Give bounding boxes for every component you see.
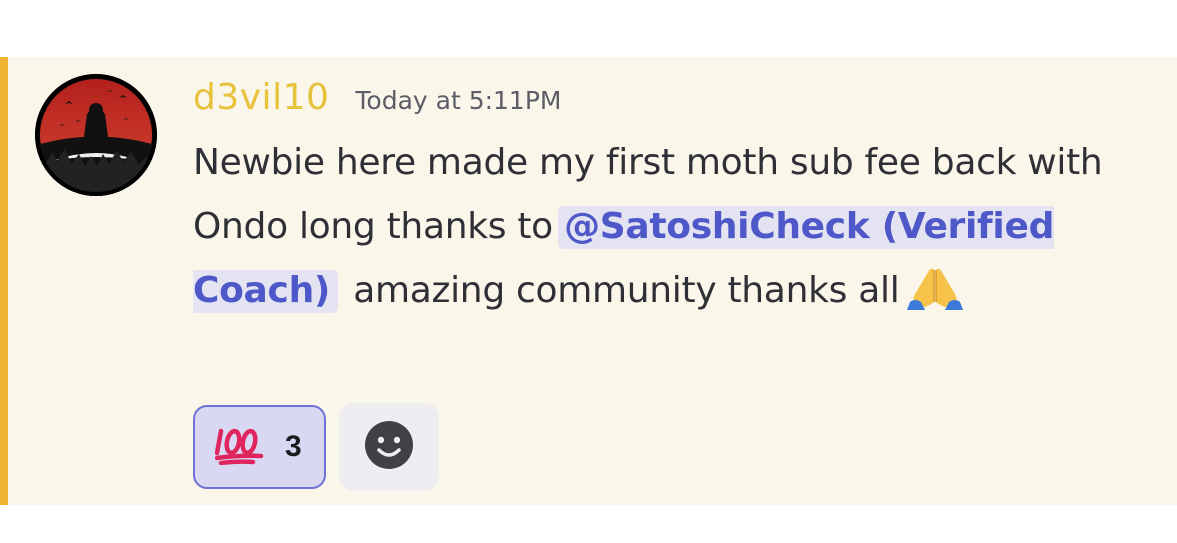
message-header: d3vil10 Today at 5:11PM: [193, 77, 561, 123]
smiley-icon: [363, 419, 415, 475]
timestamp[interactable]: Today at 5:11PM: [355, 86, 561, 115]
mention-highlight-bar: [0, 57, 8, 505]
chat-message: d3vil10 Today at 5:11PM Newbie here made…: [0, 57, 1177, 505]
message-content: Newbie here made my first moth sub fee b…: [193, 131, 1153, 331]
message-text-continued: amazing community thanks all: [342, 270, 900, 311]
reaction-count: 3: [285, 430, 302, 463]
username[interactable]: d3vil10: [193, 77, 329, 118]
reaction-hundred-points[interactable]: 3: [193, 405, 326, 489]
pray-icon: [907, 262, 964, 331]
reactions-bar: 3: [193, 403, 439, 491]
hundred-points-icon: [214, 425, 265, 469]
add-reaction-button[interactable]: [339, 403, 439, 491]
avatar[interactable]: [35, 74, 157, 196]
